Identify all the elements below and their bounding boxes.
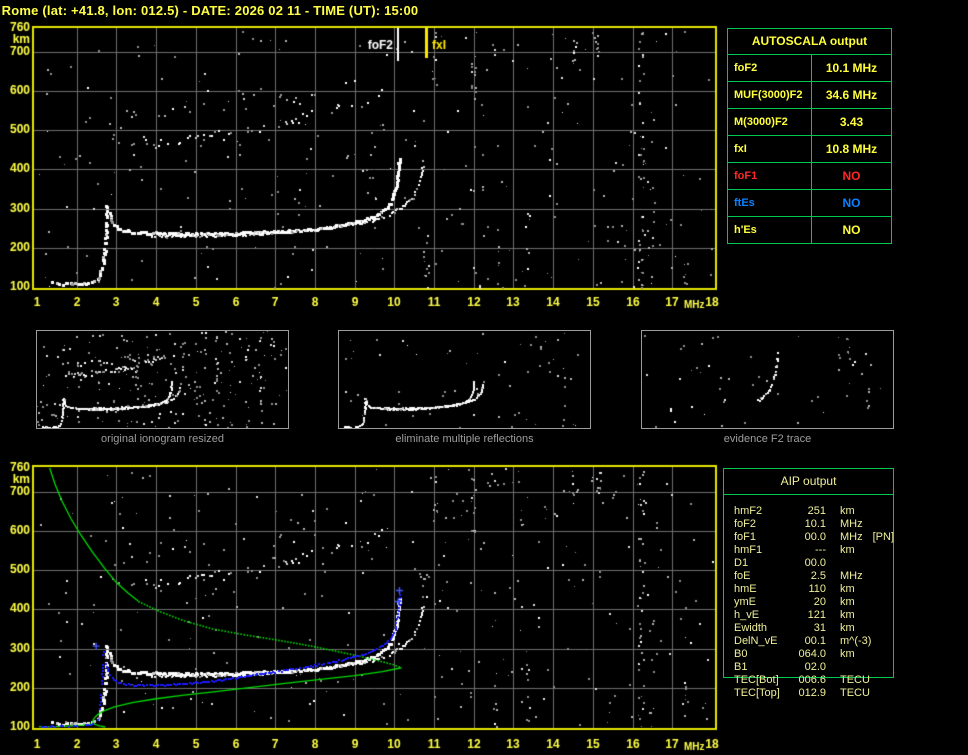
- autoscala-window: Rome (lat: +41.8, lon: 012.5) - DATE: 20…: [0, 0, 968, 755]
- autoscala-label: h'Es: [728, 217, 812, 243]
- autoscala-label: foF2: [728, 55, 812, 81]
- thumbnail-f2-trace-evidence: [641, 330, 894, 429]
- autoscala-output-table: AUTOSCALA outputfoF210.1 MHzMUF(3000)F23…: [727, 28, 892, 244]
- aip-row-foE: foE2.5MHz: [734, 570, 893, 583]
- autoscala-value: 34.6 MHz: [812, 82, 891, 108]
- aip-row-TEC[Bot]: TEC[Bot]006.6TECU: [734, 674, 893, 687]
- aip-row-Ewidth: Ewidth31km: [734, 622, 893, 635]
- bottom-ionogram-profile-plot: [0, 455, 740, 755]
- autoscala-row-fxI: fxI10.8 MHz: [728, 136, 891, 163]
- aip-row-h_vE: h_vE121km: [734, 609, 893, 622]
- aip-rows: hmF2251kmfoF210.1MHzfoF100.0MHz[PN]hmF1-…: [734, 505, 893, 700]
- thumbnail-original-ionogram: [36, 330, 289, 429]
- autoscala-label: MUF(3000)F2: [728, 82, 812, 108]
- autoscala-row-foF2: foF210.1 MHz: [728, 55, 891, 82]
- aip-row-DelN_vE: DelN_vE00.1m^(-3): [734, 635, 893, 648]
- aip-output-table: AIP output hmF2251kmfoF210.1MHzfoF100.0MH…: [723, 468, 894, 678]
- autoscala-value: NO: [812, 217, 891, 243]
- autoscala-row-foF1: foF1NO: [728, 163, 891, 190]
- autoscala-row-M(3000)F2: M(3000)F23.43: [728, 109, 891, 136]
- top-ionogram-plot: [0, 18, 740, 320]
- autoscala-value: 10.8 MHz: [812, 136, 891, 162]
- autoscala-value: 3.43: [812, 109, 891, 135]
- aip-row-B0: B0064.0km: [734, 648, 893, 661]
- autoscala-value: NO: [812, 190, 891, 216]
- autoscala-table-header: AUTOSCALA output: [728, 29, 891, 55]
- autoscala-value: NO: [812, 163, 891, 189]
- aip-row-B1: B102.0: [734, 661, 893, 674]
- autoscala-label: M(3000)F2: [728, 109, 812, 135]
- aip-row-foF1: foF100.0MHz[PN]: [734, 531, 893, 544]
- aip-row-hmE: hmE110km: [734, 583, 893, 596]
- autoscala-label: ftEs: [728, 190, 812, 216]
- aip-row-D1: D100.0: [734, 557, 893, 570]
- page-title: Rome (lat: +41.8, lon: 012.5) - DATE: 20…: [0, 3, 420, 18]
- aip-row-TEC[Top]: TEC[Top]012.9TECU: [734, 687, 893, 700]
- thumbnail-caption-original: original ionogram resized: [36, 433, 289, 445]
- autoscala-value: 10.1 MHz: [812, 55, 891, 81]
- autoscala-row-MUF(3000)F2: MUF(3000)F234.6 MHz: [728, 82, 891, 109]
- aip-row-foF2: foF210.1MHz: [734, 518, 893, 531]
- thumbnail-caption-reflections: eliminate multiple reflections: [338, 433, 591, 445]
- thumbnail-caption-f2trace: evidence F2 trace: [641, 433, 894, 445]
- aip-row-hmF1: hmF1---km: [734, 544, 893, 557]
- autoscala-row-ftEs: ftEsNO: [728, 190, 891, 217]
- autoscala-label: foF1: [728, 163, 812, 189]
- autoscala-row-h'Es: h'EsNO: [728, 217, 891, 243]
- aip-row-hmF2: hmF2251km: [734, 505, 893, 518]
- thumbnail-multiple-reflections-removed: [338, 330, 591, 429]
- aip-row-ymE: ymE20km: [734, 596, 893, 609]
- aip-table-header: AIP output: [724, 469, 893, 495]
- autoscala-label: fxI: [728, 136, 812, 162]
